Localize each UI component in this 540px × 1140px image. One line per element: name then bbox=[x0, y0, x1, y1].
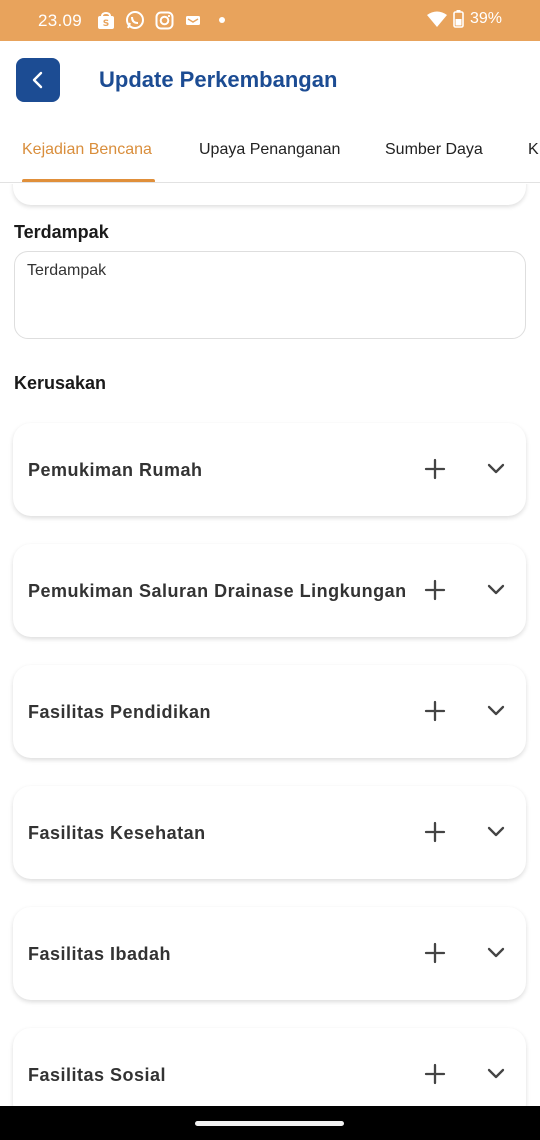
tab-bar: Kejadian Bencana Upaya Penanganan Sumber… bbox=[0, 119, 540, 183]
plus-icon[interactable] bbox=[422, 577, 448, 603]
tab-sumber-daya[interactable]: Sumber Daya bbox=[385, 141, 483, 159]
wifi-icon bbox=[426, 11, 447, 27]
plus-icon[interactable] bbox=[422, 819, 448, 845]
plus-icon[interactable] bbox=[422, 698, 448, 724]
kerusakan-label: Kerusakan bbox=[14, 373, 107, 393]
status-notification-icons: S bbox=[96, 10, 232, 30]
accordion-title: Fasilitas Sosial bbox=[28, 1065, 167, 1085]
accordion-pemukiman-saluran-drainase[interactable]: Pemukiman Saluran Drainase Lingkungan bbox=[13, 544, 526, 637]
plus-icon[interactable] bbox=[422, 456, 448, 482]
back-button[interactable] bbox=[16, 58, 60, 102]
status-system-icons: 39% bbox=[426, 10, 502, 28]
chevron-left-icon bbox=[32, 71, 43, 89]
accordion-fasilitas-ibadah[interactable]: Fasilitas Ibadah bbox=[13, 907, 526, 1000]
chevron-down-icon[interactable] bbox=[483, 1061, 509, 1087]
dot-icon bbox=[212, 10, 232, 30]
battery-percentage: 39% bbox=[469, 10, 502, 27]
previous-card bbox=[13, 184, 526, 205]
tab-upaya-penanganan[interactable]: Upaya Penanganan bbox=[199, 141, 340, 159]
accordion-pemukiman-rumah[interactable]: Pemukiman Rumah bbox=[13, 423, 526, 516]
status-time: 23.09 bbox=[38, 11, 83, 30]
terdampak-input[interactable]: Terdampak bbox=[14, 251, 526, 339]
shopee-icon: S bbox=[96, 10, 116, 30]
tab-active-indicator bbox=[22, 179, 155, 182]
form-content[interactable]: Terdampak Terdampak Kerusakan Pemukiman … bbox=[0, 184, 540, 1106]
tab-kejadian-bencana[interactable]: Kejadian Bencana bbox=[22, 141, 152, 159]
accordion-title: Pemukiman Saluran Drainase Lingkungan bbox=[28, 581, 407, 601]
system-nav-bar bbox=[0, 1106, 540, 1140]
app-bar: Update Perkembangan bbox=[0, 41, 540, 119]
battery-icon bbox=[453, 10, 464, 28]
plus-icon[interactable] bbox=[422, 940, 448, 966]
accordion-title: Fasilitas Ibadah bbox=[28, 944, 172, 964]
accordion-title: Fasilitas Pendidikan bbox=[28, 702, 212, 722]
accordion-title: Fasilitas Kesehatan bbox=[28, 823, 206, 843]
chevron-down-icon[interactable] bbox=[483, 456, 509, 482]
accordion-title: Pemukiman Rumah bbox=[28, 460, 203, 480]
message-icon bbox=[183, 10, 203, 30]
page-title: Update Perkembangan bbox=[99, 67, 338, 92]
home-indicator[interactable] bbox=[195, 1121, 344, 1126]
terdampak-input-value: Terdampak bbox=[27, 262, 107, 279]
whatsapp-icon bbox=[125, 10, 145, 30]
terdampak-label: Terdampak bbox=[14, 222, 109, 242]
chevron-down-icon[interactable] bbox=[483, 819, 509, 845]
accordion-fasilitas-pendidikan[interactable]: Fasilitas Pendidikan bbox=[13, 665, 526, 758]
accordion-fasilitas-sosial[interactable]: Fasilitas Sosial bbox=[13, 1028, 526, 1106]
accordion-fasilitas-kesehatan[interactable]: Fasilitas Kesehatan bbox=[13, 786, 526, 879]
status-bar: 23.09 S 39% bbox=[0, 0, 540, 41]
instagram-icon bbox=[154, 10, 174, 30]
chevron-down-icon[interactable] bbox=[483, 940, 509, 966]
chevron-down-icon[interactable] bbox=[483, 698, 509, 724]
svg-text:S: S bbox=[103, 19, 109, 29]
tab-next[interactable]: K bbox=[528, 141, 539, 159]
plus-icon[interactable] bbox=[422, 1061, 448, 1087]
chevron-down-icon[interactable] bbox=[483, 577, 509, 603]
